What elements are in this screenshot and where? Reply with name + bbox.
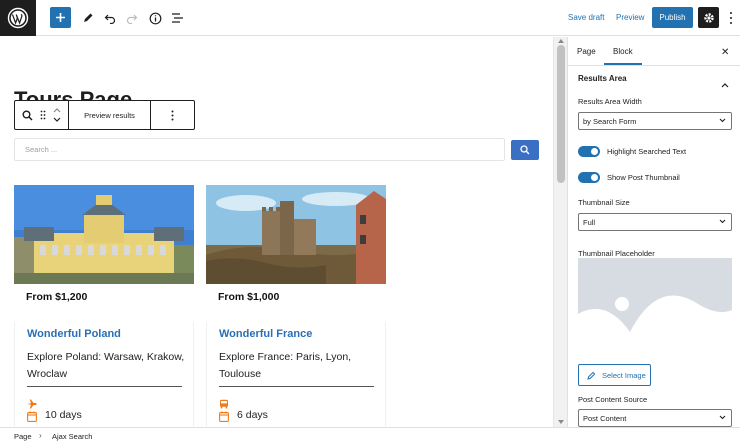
search-icon[interactable]: [22, 110, 33, 121]
block-toolbar: Preview results: [14, 100, 195, 130]
thumbnail-label: Show Post Thumbnail: [607, 173, 680, 182]
tour-thumbnail-france[interactable]: [206, 185, 386, 284]
tour-price: From $1,000: [218, 291, 280, 303]
info-icon[interactable]: [145, 8, 165, 28]
tour-description: Explore Poland: Warsaw, Krakow, Wroclaw: [27, 351, 185, 380]
search-input[interactable]: Search ...: [14, 138, 505, 161]
pencil-icon[interactable]: [78, 8, 98, 28]
results-width-label: Results Area Width: [578, 97, 642, 106]
content-source-select[interactable]: Post Content: [578, 409, 732, 427]
move-up-down: [53, 108, 61, 122]
editor-scrollbar[interactable]: [553, 37, 567, 427]
block-mover: [15, 101, 69, 129]
block-breadcrumb: Page › Ajax Search: [0, 427, 740, 442]
thumb-size-select[interactable]: Full: [578, 213, 732, 231]
divider: [27, 386, 182, 387]
drag-handle-icon[interactable]: [40, 110, 46, 120]
calendar-icon: [27, 409, 37, 427]
thumb-size-value: Full: [583, 217, 596, 227]
tour-description: Explore France: Paris, Lyon, Toulouse: [219, 351, 352, 380]
select-image-label: Select Image: [602, 370, 646, 380]
top-toolbar: Save draft Preview Publish: [0, 0, 740, 36]
tour-title-link[interactable]: Wonderful France: [219, 328, 312, 340]
placeholder-label: Thumbnail Placeholder: [578, 249, 655, 258]
breadcrumb-item-page[interactable]: Page: [14, 432, 32, 441]
placeholder-image: [578, 258, 732, 361]
scroll-down-icon[interactable]: [558, 420, 564, 424]
save-draft-button[interactable]: Save draft: [568, 13, 604, 22]
chevron-down-icon: [719, 118, 726, 123]
tour-duration: 10 days: [45, 409, 82, 421]
wordpress-logo-icon[interactable]: [0, 0, 36, 36]
scroll-up-icon[interactable]: [558, 39, 564, 43]
chevron-down-icon: [719, 415, 726, 420]
settings-sidebar: Page Block ✕ Results Area Results Area W…: [567, 37, 740, 427]
breadcrumb-item-ajax-search[interactable]: Ajax Search: [52, 432, 92, 441]
thumb-size-label: Thumbnail Size: [578, 198, 630, 207]
content-source-label: Post Content Source: [578, 395, 648, 404]
tour-card: From $1,200 Wonderful Poland Explore Pol…: [14, 185, 194, 427]
redo-icon[interactable]: [122, 8, 142, 28]
add-block-button[interactable]: [50, 7, 71, 28]
settings-gear-icon[interactable]: [698, 7, 719, 28]
content-source-value: Post Content: [583, 413, 627, 423]
divider: [219, 386, 374, 387]
scrollbar-thumb[interactable]: [557, 45, 565, 183]
tour-card-body: Wonderful Poland Explore Poland: Warsaw,…: [14, 322, 194, 427]
editor-canvas: Tours Page Preview results Search ...: [0, 37, 553, 427]
tour-card: From $1,000 Wonderful France Explore Fra…: [206, 185, 386, 427]
sidebar-tabs: Page Block ✕: [568, 37, 740, 66]
select-image-button[interactable]: Select Image: [578, 364, 651, 386]
calendar-icon: [219, 409, 229, 427]
chevron-right-icon: ›: [39, 431, 42, 440]
options-more-icon[interactable]: [727, 10, 735, 26]
chevron-up-icon[interactable]: [53, 108, 61, 113]
tour-price: From $1,200: [26, 291, 88, 303]
tour-card-body: Wonderful France Explore France: Paris, …: [206, 322, 386, 427]
search-icon: [520, 145, 530, 155]
chevron-down-icon[interactable]: [53, 117, 61, 122]
close-icon[interactable]: ✕: [721, 47, 729, 58]
preview-results-button[interactable]: Preview results: [69, 101, 151, 129]
panel-title[interactable]: Results Area: [578, 74, 627, 83]
chevron-down-icon: [719, 219, 726, 224]
pencil-icon: [587, 371, 596, 380]
results-width-select[interactable]: by Search Form: [578, 112, 732, 130]
tour-title-link[interactable]: Wonderful Poland: [27, 328, 121, 340]
search-button[interactable]: [511, 140, 539, 160]
highlight-toggle[interactable]: [578, 146, 600, 157]
chevron-up-icon[interactable]: [721, 75, 729, 93]
tour-duration: 6 days: [237, 409, 268, 421]
undo-icon[interactable]: [100, 8, 120, 28]
tab-page[interactable]: Page: [577, 47, 596, 56]
block-options-icon[interactable]: [151, 101, 194, 129]
list-view-icon[interactable]: [167, 8, 187, 28]
highlight-label: Highlight Searched Text: [607, 147, 687, 156]
block-editor: Save draft Preview Publish Tours Page Pr…: [0, 0, 740, 442]
active-tab-indicator: [604, 63, 642, 65]
tour-thumbnail-poland[interactable]: [14, 185, 194, 284]
thumbnail-toggle[interactable]: [578, 172, 600, 183]
preview-button[interactable]: Preview: [616, 13, 644, 22]
tab-block[interactable]: Block: [613, 47, 633, 56]
results-width-value: by Search Form: [583, 116, 637, 126]
publish-button[interactable]: Publish: [652, 7, 693, 28]
